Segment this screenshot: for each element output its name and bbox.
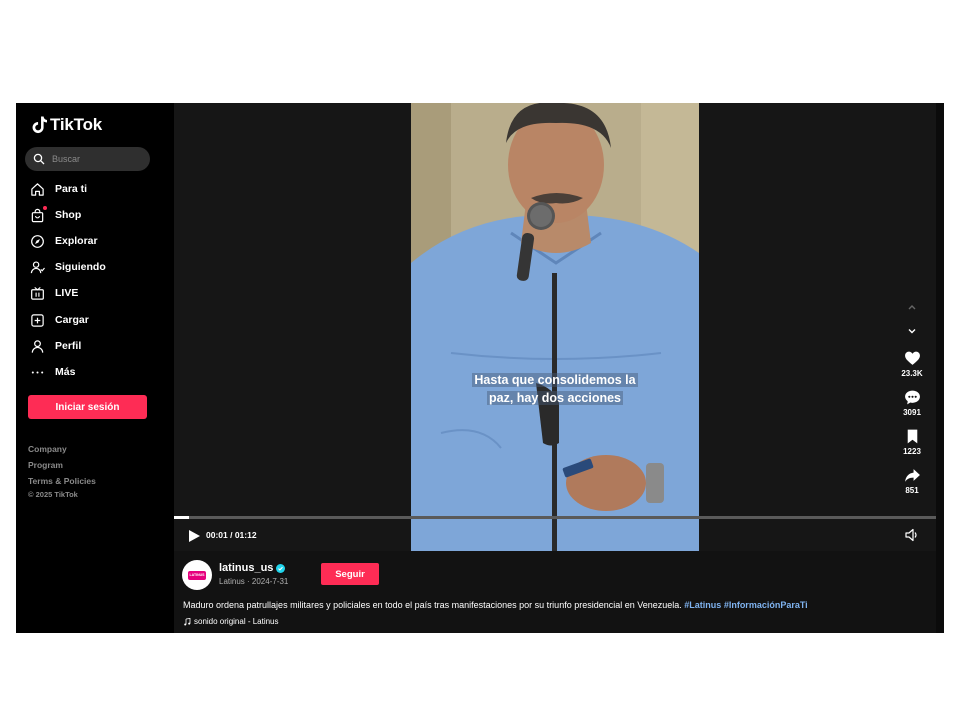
- play-icon[interactable]: [186, 528, 202, 544]
- home-icon: [31, 182, 44, 196]
- verified-badge-icon: [276, 563, 286, 573]
- share-button[interactable]: 851: [892, 467, 932, 495]
- notification-dot: [43, 206, 47, 210]
- volume-icon[interactable]: [904, 527, 920, 543]
- like-count: 23.3K: [901, 369, 923, 378]
- avatar-logo-text: LATINUS: [188, 570, 206, 580]
- live-tv-icon: [31, 286, 44, 300]
- sidebar-item-perfil[interactable]: Perfil: [30, 335, 81, 357]
- share-arrow-icon: [904, 469, 920, 482]
- author-username[interactable]: latinus_us: [219, 562, 286, 574]
- footer-link-program[interactable]: Program: [28, 460, 63, 470]
- previous-video-button[interactable]: [900, 295, 924, 319]
- video-frame[interactable]: Hasta que consolidemos la paz, hay dos a…: [411, 103, 699, 551]
- sidebar-item-label: Perfil: [55, 340, 82, 352]
- hashtag-link[interactable]: #InformaciónParaTi: [724, 600, 808, 610]
- hashtag-link[interactable]: #Latinus: [684, 600, 721, 610]
- search-bar[interactable]: [25, 147, 150, 171]
- login-button[interactable]: Iniciar sesión: [28, 395, 147, 419]
- description-text: Maduro ordena patrullajes militares y po…: [183, 600, 685, 610]
- sidebar-item-cargar[interactable]: Cargar: [30, 309, 89, 331]
- app-window: TikTok Para ti Shop Explorar Siguiendo L…: [16, 103, 944, 633]
- save-count: 1223: [903, 447, 921, 456]
- sidebar: TikTok Para ti Shop Explorar Siguiendo L…: [16, 103, 174, 633]
- video-description: Maduro ordena patrullajes militares y po…: [183, 600, 923, 610]
- video-player[interactable]: Hasta que consolidemos la paz, hay dos a…: [174, 103, 936, 551]
- avatar[interactable]: LATINUS: [182, 560, 212, 590]
- progress-bar[interactable]: [174, 516, 936, 519]
- share-count: 851: [905, 486, 919, 495]
- tiktok-logo[interactable]: TikTok: [30, 115, 102, 135]
- footer-link-terms[interactable]: Terms & Policies: [28, 476, 96, 486]
- sidebar-item-label: Siguiendo: [55, 261, 106, 273]
- sidebar-item-label: Explorar: [55, 235, 98, 247]
- caption-line-1: Hasta que consolidemos la: [472, 373, 638, 387]
- sidebar-item-siguiendo[interactable]: Siguiendo: [30, 256, 106, 278]
- comment-button[interactable]: 3091: [892, 389, 932, 417]
- comment-icon: [904, 390, 920, 405]
- footer-link-company[interactable]: Company: [28, 444, 67, 454]
- upload-icon: [31, 313, 44, 327]
- heart-icon: [904, 351, 920, 365]
- like-button[interactable]: 23.3K: [892, 350, 932, 378]
- more-icon: [31, 370, 44, 374]
- chevron-up-icon: [908, 305, 916, 310]
- sidebar-item-label: Cargar: [55, 314, 89, 326]
- video-time: 00:01 / 01:12: [206, 530, 257, 540]
- sound-text: sonido original - Latinus: [194, 617, 279, 626]
- following-icon: [30, 260, 45, 273]
- sidebar-item-explorar[interactable]: Explorar: [30, 230, 98, 252]
- bookmark-icon: [907, 429, 917, 444]
- search-icon: [33, 153, 45, 165]
- comment-count: 3091: [903, 408, 921, 417]
- video-still-image: [411, 103, 699, 551]
- tiktok-note-icon: [32, 116, 47, 134]
- search-input[interactable]: [50, 153, 144, 165]
- main-content: Hasta que consolidemos la paz, hay dos a…: [174, 103, 944, 633]
- next-video-button[interactable]: [900, 319, 924, 343]
- progress-fill: [174, 516, 190, 519]
- compass-icon: [31, 234, 44, 248]
- sidebar-item-mas[interactable]: Más: [30, 361, 75, 383]
- video-caption: Hasta que consolidemos la paz, hay dos a…: [411, 371, 699, 407]
- sidebar-item-label: Más: [55, 366, 76, 378]
- sidebar-item-label: Para ti: [55, 183, 88, 195]
- follow-button[interactable]: Seguir: [321, 563, 379, 585]
- sidebar-item-label: Shop: [55, 209, 82, 221]
- chevron-down-icon: [908, 329, 916, 334]
- shop-bag-icon: [31, 208, 44, 222]
- music-note-icon: [184, 617, 191, 625]
- save-button[interactable]: 1223: [892, 428, 932, 456]
- sound-link[interactable]: sonido original - Latinus: [183, 617, 279, 626]
- video-nav-arrows: [900, 295, 924, 343]
- video-info: LATINUS latinus_us Latinus · 2024-7-31 S…: [174, 551, 936, 633]
- sidebar-item-para-ti[interactable]: Para ti: [30, 178, 87, 200]
- caption-line-2: paz, hay dos acciones: [487, 391, 623, 405]
- sidebar-item-label: LIVE: [55, 287, 79, 299]
- logo-wordmark: TikTok: [50, 115, 103, 134]
- author-meta: Latinus · 2024-7-31: [219, 577, 289, 586]
- copyright-text: © 2025 TikTok: [28, 490, 78, 499]
- scrollbar-track[interactable]: [936, 103, 944, 633]
- sidebar-item-live[interactable]: LIVE: [30, 282, 78, 304]
- username-text: latinus_us: [219, 562, 274, 574]
- profile-icon: [31, 339, 44, 353]
- sidebar-item-shop[interactable]: Shop: [30, 204, 81, 226]
